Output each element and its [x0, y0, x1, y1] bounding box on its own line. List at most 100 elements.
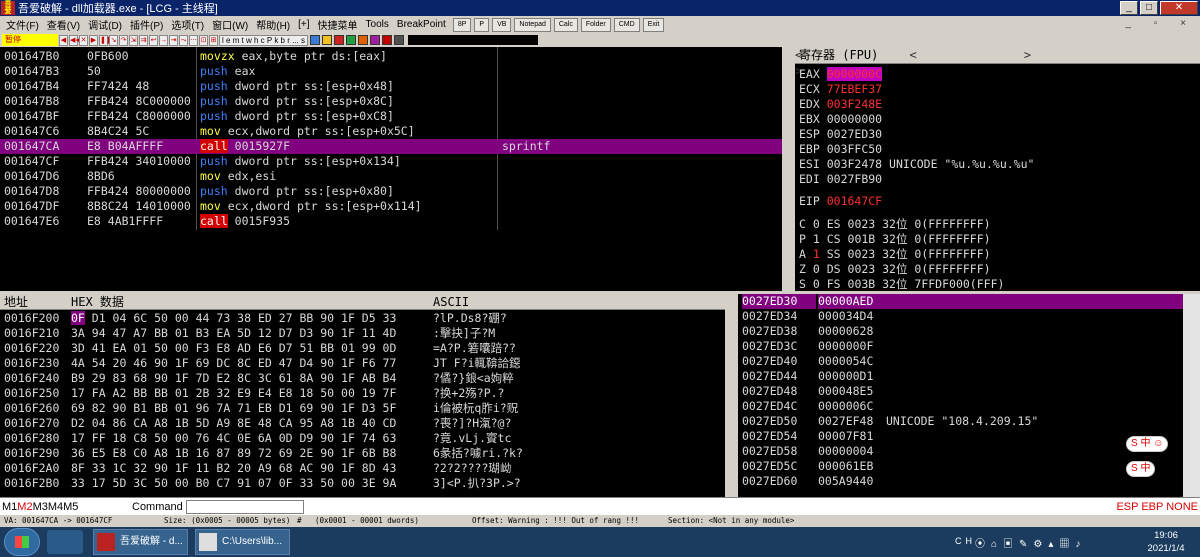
menu-file[interactable]: 文件(F)	[2, 17, 43, 32]
disasm-row[interactable]: 001647B0 0FB600 movzx eax,byte ptr ds:[eax…	[0, 49, 782, 64]
tool-vb[interactable]: VB	[492, 18, 511, 32]
tab-m5[interactable]: M5	[63, 501, 78, 513]
hex-row[interactable]: 0016F230 4A 54 20 46 90 1F 69 DC 8C ED 47…	[0, 356, 725, 371]
disasm-row[interactable]: 001647D6 8BD6 mov edx,esi	[0, 169, 782, 184]
stack-row[interactable]: 0027ED54 00007F81	[738, 429, 1183, 444]
tab-m3[interactable]: M3	[33, 501, 48, 513]
tool-8p[interactable]: 8P	[453, 18, 472, 32]
disasm-row[interactable]: 001647CA E8 B04AFFFF call 0015927F sprintf	[0, 139, 782, 154]
window-letters[interactable]: l e m t w h c P k b r ... s	[219, 35, 308, 46]
stack-row[interactable]: 0027ED44 000000D1	[738, 369, 1183, 384]
start-button[interactable]	[4, 528, 40, 556]
registers-pane[interactable]: 寄存器 (FPU) < < > > EAX 0000000C ECX 77EBEF…	[795, 47, 1200, 291]
disassembly-pane[interactable]: 001647B0 0FB600 movzx eax,byte ptr ds:[eax…	[0, 47, 782, 291]
tray-icons[interactable]: ⦿⌂▣✎⚙▴▦♪	[975, 535, 1086, 550]
register-row[interactable]: EDI 0027FB90	[799, 172, 882, 187]
step-into-icon[interactable]: ↘	[109, 35, 118, 46]
disasm-row[interactable]: 001647CF FFB424 34010000 push dword ptr ss…	[0, 154, 782, 169]
register-row-eip[interactable]: EIP 001647CF	[799, 194, 882, 209]
tool-p[interactable]: P	[474, 18, 489, 32]
hex-row[interactable]: 0016F250 17 FA A2 BB BB 01 2B 32 E9 E4 E8…	[0, 386, 725, 401]
close-proc-icon[interactable]: ✕	[79, 35, 88, 46]
plugin-icon-3[interactable]	[334, 35, 344, 45]
trace-icon[interactable]: ⋯	[189, 35, 198, 46]
hex-row[interactable]: 0016F200 0F D1 04 6C 50 00 44 73 38 ED 27…	[0, 311, 725, 326]
disasm-row[interactable]: 001647E6 E8 4AB1FFFF call 0015F935	[0, 214, 782, 229]
command-input[interactable]	[186, 500, 304, 514]
dump-stack-splitter[interactable]	[725, 294, 738, 497]
plugin-icon-5[interactable]	[358, 35, 368, 45]
pause-icon[interactable]: ❚❚	[99, 35, 108, 46]
task-debugger[interactable]: 吾爱破解 - d...	[93, 529, 188, 555]
vertical-splitter[interactable]	[782, 47, 795, 291]
tab-m4[interactable]: M4	[48, 501, 63, 513]
flag-row[interactable]: S 0 FS 003B 32位 7FFDF000(FFF)	[799, 277, 1004, 291]
plugin-icon-8[interactable]	[394, 35, 404, 45]
menu-window[interactable]: 窗口(W)	[208, 17, 252, 32]
stack-row[interactable]: 0027ED30 00000AED	[738, 294, 1183, 309]
register-row[interactable]: ESP 0027ED30	[799, 127, 882, 142]
stack-row[interactable]: 0027ED4C 0000006C	[738, 399, 1183, 414]
menu-debug[interactable]: 调试(D)	[84, 17, 126, 32]
flag-row[interactable]: A 1 SS 0023 32位 0(FFFFFFFF)	[799, 247, 991, 262]
plugin-icon-4[interactable]	[346, 35, 356, 45]
plugin-icon-2[interactable]	[322, 35, 332, 45]
close-button[interactable]: ✕	[1160, 1, 1198, 15]
run-to-icon[interactable]: ⇥	[169, 35, 178, 46]
stack-row[interactable]: 0027ED38 00000628	[738, 324, 1183, 339]
stack-row[interactable]: 0027ED50 0027EF48 UNICODE "108.4.209.15"	[738, 414, 1183, 429]
disasm-row[interactable]: 001647B8 FFB424 8C000000 push dword ptr ss…	[0, 94, 782, 109]
clock[interactable]: 19:06 2021/1/4	[1135, 529, 1197, 555]
disasm-row[interactable]: 001647BF FFB424 C8000000 push dword ptr ss…	[0, 109, 782, 124]
tab-m1[interactable]: M1	[2, 501, 17, 513]
animate-icon[interactable]: ⤳	[179, 35, 188, 46]
stack-row[interactable]: 0027ED34 000034D4	[738, 309, 1183, 324]
esp-ebp-selector[interactable]: ESP EBP NONE	[1116, 498, 1198, 516]
ime-badge[interactable]: S 中	[1126, 461, 1155, 477]
stack-row[interactable]: 0027ED58 00000004	[738, 444, 1183, 459]
menu-tools[interactable]: Tools	[362, 19, 393, 30]
ime-badge[interactable]: S 中 ☺	[1126, 436, 1168, 452]
language-indicator[interactable]: CH	[955, 536, 976, 546]
goto-icon[interactable]: →	[159, 35, 168, 46]
tool-cmd[interactable]: CMD	[614, 18, 640, 32]
hex-row[interactable]: 0016F2A0 8F 33 1C 32 90 1F 11 B2 20 A9 68…	[0, 461, 725, 476]
disasm-row[interactable]: 001647B3 50 push eax	[0, 64, 782, 79]
hex-row[interactable]: 0016F240 B9 29 83 68 90 1F 7D E2 8C 3C 61…	[0, 371, 725, 386]
maximize-button[interactable]: □	[1140, 1, 1158, 15]
quick-launch-icon[interactable]	[47, 530, 83, 554]
disasm-row[interactable]: 001647B4 FF7424 48 push dword ptr ss:[esp+…	[0, 79, 782, 94]
stack-row[interactable]: 0027ED48 000048E5	[738, 384, 1183, 399]
hex-row[interactable]: 0016F270 D2 04 86 CA A8 1B 5D A9 8E 48 CA…	[0, 416, 725, 431]
menu-options[interactable]: 选项(T)	[167, 17, 208, 32]
menu-shortcuts[interactable]: 快捷菜单	[314, 17, 362, 32]
registers-header[interactable]: 寄存器 (FPU) < < > >	[795, 47, 1200, 64]
flag-row[interactable]: Z 0 DS 0023 32位 0(FFFFFFFF)	[799, 262, 991, 277]
register-row[interactable]: EBX 00000000	[799, 112, 882, 127]
menu-plus[interactable]: [+]	[294, 19, 313, 30]
menu-help[interactable]: 帮助(H)	[252, 17, 294, 32]
plugin-icon-1[interactable]	[310, 35, 320, 45]
plugin-icon-7[interactable]	[382, 35, 392, 45]
hex-row[interactable]: 0016F280 17 FF 18 C8 50 00 76 4C 0E 6A 0D…	[0, 431, 725, 446]
hex-row[interactable]: 0016F260 69 82 90 B1 BB 01 96 7A 71 EB D1…	[0, 401, 725, 416]
step-over-icon[interactable]: ↷	[119, 35, 128, 46]
tool-exit[interactable]: Exit	[643, 18, 665, 32]
task-explorer[interactable]: C:\Users\lib...	[195, 529, 290, 555]
hex-row[interactable]: 0016F220 3D 41 EA 01 50 00 F3 E8 AD E6 D7…	[0, 341, 725, 356]
run-trace-icon[interactable]: ⊞	[209, 35, 218, 46]
plugin-icon-6[interactable]	[370, 35, 380, 45]
stack-row[interactable]: 0027ED60 005A9440	[738, 474, 1183, 489]
register-row[interactable]: EDX 003F248E	[799, 97, 882, 112]
trace-over-icon[interactable]: ⇉	[139, 35, 148, 46]
stack-row[interactable]: 0027ED5C 000061EB	[738, 459, 1183, 474]
stack-row[interactable]: 0027ED3C 0000000F	[738, 339, 1183, 354]
tab-m2[interactable]: M2	[17, 501, 32, 513]
trace-into-icon[interactable]: ⇲	[129, 35, 138, 46]
hex-row[interactable]: 0016F210 3A 94 47 A7 BB 01 B3 EA 5D 12 D7…	[0, 326, 725, 341]
open-icon[interactable]: ◀	[59, 35, 68, 46]
run-icon[interactable]: ▶	[89, 35, 98, 46]
register-row[interactable]: ECX 77EBEF37	[799, 82, 882, 97]
menu-plugins[interactable]: 插件(P)	[126, 17, 167, 32]
execute-till-return-icon[interactable]: ↩	[149, 35, 158, 46]
